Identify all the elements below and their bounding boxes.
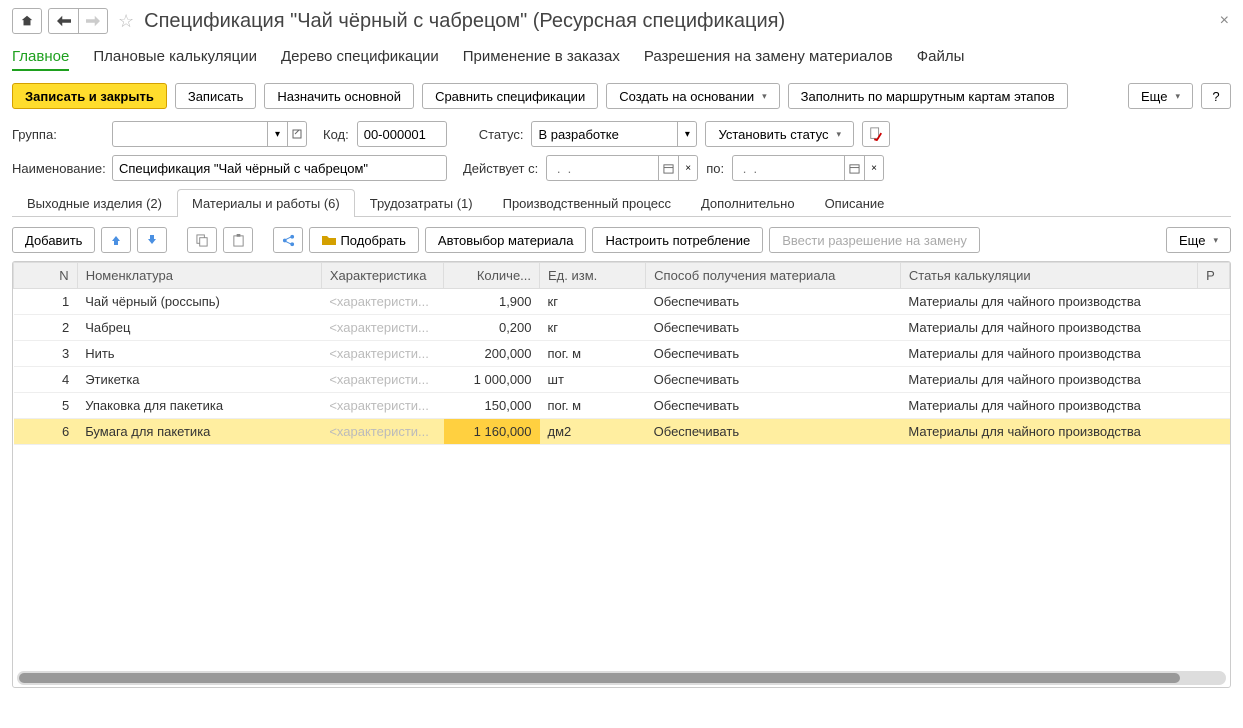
set-status-dropdown[interactable]: Установить статус: [705, 121, 854, 147]
main-toolbar: Записать и закрыть Записать Назначить ос…: [12, 83, 1231, 109]
subtab-labor[interactable]: Трудозатраты (1): [355, 189, 488, 217]
enter-permission-button[interactable]: Ввести разрешение на замену: [769, 227, 980, 253]
table-row[interactable]: 2 Чабрец <характеристи... 0,200 кг Обесп…: [14, 315, 1230, 341]
share-icon: [282, 234, 295, 247]
folder-icon: [322, 234, 336, 246]
arrow-down-icon: [146, 234, 158, 246]
copy-button[interactable]: [187, 227, 217, 253]
date-to-input[interactable]: [732, 155, 844, 181]
create-based-dropdown[interactable]: Создать на основании: [606, 83, 779, 109]
date-from-clear-button[interactable]: ×: [678, 155, 698, 181]
tab-spec-tree[interactable]: Дерево спецификации: [281, 44, 439, 71]
status-dropdown-button[interactable]: ▾: [677, 121, 697, 147]
main-tabs: Главное Плановые калькуляции Дерево спец…: [12, 44, 1231, 71]
name-label: Наименование:: [12, 161, 104, 176]
set-main-button[interactable]: Назначить основной: [264, 83, 414, 109]
subtab-output-products[interactable]: Выходные изделия (2): [12, 189, 177, 217]
group-input[interactable]: [112, 121, 267, 147]
forward-button[interactable]: [78, 8, 108, 34]
group-dropdown-button[interactable]: ▾: [267, 121, 287, 147]
fill-by-route-button[interactable]: Заполнить по маршрутным картам этапов: [788, 83, 1068, 109]
valid-from-label: Действует с:: [463, 161, 538, 176]
code-input[interactable]: [357, 121, 447, 147]
date-to-clear-button[interactable]: ×: [864, 155, 884, 181]
tab-orders-usage[interactable]: Применение в заказах: [463, 44, 620, 71]
tab-more-button[interactable]: Еще: [1166, 227, 1231, 253]
compare-specs-button[interactable]: Сравнить спецификации: [422, 83, 598, 109]
col-r[interactable]: Р: [1198, 263, 1230, 289]
more-button[interactable]: Еще: [1128, 83, 1193, 109]
status-action-button[interactable]: [862, 121, 890, 147]
page-title: Спецификация "Чай чёрный с чабрецом" (Ре…: [144, 10, 785, 33]
materials-table: N Номенклатура Характеристика Количе... …: [12, 261, 1231, 688]
back-button[interactable]: [48, 8, 78, 34]
help-button[interactable]: ?: [1201, 83, 1231, 109]
copy-icon: [196, 234, 209, 247]
home-button[interactable]: [12, 8, 42, 34]
paste-button[interactable]: [223, 227, 253, 253]
col-nomenclature[interactable]: Номенклатура: [77, 263, 321, 289]
paste-icon: [232, 234, 245, 247]
col-method[interactable]: Способ получения материала: [646, 263, 901, 289]
add-button[interactable]: Добавить: [12, 227, 95, 253]
table-row[interactable]: 3 Нить <характеристи... 200,000 пог. м О…: [14, 341, 1230, 367]
col-characteristic[interactable]: Характеристика: [321, 263, 444, 289]
calendar-icon: [849, 163, 860, 174]
sub-tabs: Выходные изделия (2) Материалы и работы …: [12, 189, 1231, 217]
favorite-star-icon[interactable]: ☆: [118, 11, 134, 32]
save-and-close-button[interactable]: Записать и закрыть: [12, 83, 167, 109]
table-row[interactable]: 4 Этикетка <характеристи... 1 000,000 шт…: [14, 367, 1230, 393]
pick-button[interactable]: Подобрать: [309, 227, 418, 253]
date-from-calendar-button[interactable]: [658, 155, 678, 181]
subtab-materials[interactable]: Материалы и работы (6): [177, 189, 355, 217]
move-down-button[interactable]: [137, 227, 167, 253]
to-label: по:: [706, 161, 724, 176]
document-check-icon: [869, 127, 883, 141]
home-icon: [20, 14, 34, 28]
name-input[interactable]: [112, 155, 447, 181]
move-up-button[interactable]: [101, 227, 131, 253]
code-label: Код:: [323, 127, 349, 142]
col-article[interactable]: Статья калькуляции: [900, 263, 1197, 289]
col-unit[interactable]: Ед. изм.: [540, 263, 646, 289]
status-label: Статус:: [479, 127, 524, 142]
table-row-selected[interactable]: 6 Бумага для пакетика <характеристи... 1…: [14, 419, 1230, 445]
col-quantity[interactable]: Количе...: [444, 263, 540, 289]
open-icon: [292, 129, 302, 139]
arrow-left-icon: [57, 15, 71, 27]
tab-toolbar: Добавить Подобрать Автовыбор материала Н…: [12, 227, 1231, 253]
tab-planned-calc[interactable]: Плановые калькуляции: [93, 44, 257, 71]
table-row[interactable]: 1 Чай чёрный (россыпь) <характеристи... …: [14, 289, 1230, 315]
date-to-calendar-button[interactable]: [844, 155, 864, 181]
tab-replace-permissions[interactable]: Разрешения на замену материалов: [644, 44, 893, 71]
tab-files[interactable]: Файлы: [917, 44, 965, 71]
subtab-process[interactable]: Производственный процесс: [488, 189, 686, 217]
subtab-description[interactable]: Описание: [810, 189, 900, 217]
date-from-input[interactable]: [546, 155, 658, 181]
arrow-right-icon: [86, 15, 100, 27]
close-button[interactable]: ×: [1220, 12, 1229, 30]
group-label: Группа:: [12, 127, 104, 142]
calendar-icon: [663, 163, 674, 174]
arrow-up-icon: [110, 234, 122, 246]
group-open-button[interactable]: [287, 121, 307, 147]
save-button[interactable]: Записать: [175, 83, 257, 109]
col-number[interactable]: N: [14, 263, 78, 289]
share-button[interactable]: [273, 227, 303, 253]
horizontal-scrollbar[interactable]: [17, 671, 1226, 685]
tab-main[interactable]: Главное: [12, 44, 69, 71]
configure-consumption-button[interactable]: Настроить потребление: [592, 227, 763, 253]
subtab-additional[interactable]: Дополнительно: [686, 189, 810, 217]
status-input[interactable]: [531, 121, 677, 147]
auto-select-button[interactable]: Автовыбор материала: [425, 227, 587, 253]
table-row[interactable]: 5 Упаковка для пакетика <характеристи...…: [14, 393, 1230, 419]
